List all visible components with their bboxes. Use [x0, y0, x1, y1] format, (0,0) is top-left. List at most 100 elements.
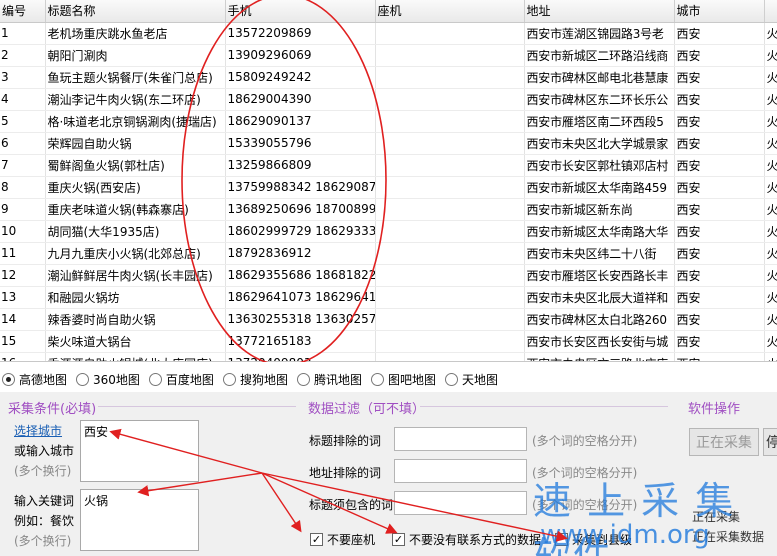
cell-id: 8: [0, 176, 46, 199]
multi-line-hint-keyword: (多个换行): [14, 534, 72, 548]
cell-title: 朝阳门涮肉: [45, 44, 226, 67]
title-exclude-input[interactable]: [394, 427, 527, 451]
cell-landline: [375, 242, 525, 265]
radio-map-4[interactable]: 腾讯地图: [296, 371, 362, 388]
keyword-textarea[interactable]: 火锅: [80, 489, 199, 551]
table-row[interactable]: 1老机场重庆跳水鱼老店13572209869 西安市莲湖区锦园路3号老西安火: [0, 22, 777, 45]
cell-city: 西安: [674, 220, 765, 243]
table-row[interactable]: 14辣香婆时尚自助火锅13630255318 13630257369 西安市碑林区…: [0, 308, 777, 331]
cell-title: 蜀鲜阁鱼火锅(郭杜店): [45, 154, 226, 177]
col-header-title[interactable]: 标题名称: [45, 0, 226, 23]
col-header-extra[interactable]: [764, 0, 777, 23]
radio-map-6[interactable]: 天地图: [444, 371, 498, 388]
table-row[interactable]: 9重庆老味道火锅(韩森寨店)13689250696 18700899700 西安市…: [0, 198, 777, 221]
table-row[interactable]: 5 格·味道老北京铜锅涮肉(捷瑞店) 18629090137 西安市雁塔区南二环西段5…: [0, 110, 777, 133]
cell-landline: [375, 352, 525, 361]
radio-dot: [222, 372, 236, 386]
cell-extra: 火: [764, 264, 777, 287]
table-row[interactable]: 16香源源自助火锅城(北大店同店)13720409803 西安市未央区文三路北庄店…: [0, 352, 777, 361]
cell-city: 西安: [674, 176, 765, 199]
radio-label: 高德地图: [19, 372, 68, 387]
cell-mobile: 15809249242: [225, 66, 376, 89]
radio-map-0[interactable]: 高德地图: [2, 371, 67, 388]
cell-title: 老机场重庆跳水鱼老店: [45, 22, 226, 45]
col-header-address[interactable]: 地址: [524, 0, 675, 23]
collect-group-title: 采集条件(必填): [8, 402, 97, 417]
cell-mobile: 18629641073 18629641076: [225, 286, 376, 309]
cell-city: 西安: [674, 352, 765, 361]
cell-id: 11: [0, 242, 46, 265]
cell-address: 西安市新城区太华南路大华: [524, 220, 675, 243]
radio-map-2[interactable]: 百度地图: [148, 371, 214, 388]
table-row[interactable]: 15柴火味道大锅台13772165183 西安市长安区西长安街与城西安火: [0, 330, 777, 353]
cell-city: 西安: [674, 198, 765, 221]
no-contact-checkbox[interactable]: ✓ 不要没有联系方式的数据: [392, 531, 541, 548]
table-row[interactable]: 2朝阳门涮肉13909296069 西安市新城区二环路沿线商西安火: [0, 44, 777, 67]
stop-button[interactable]: 停: [763, 428, 777, 456]
table-row[interactable]: 3 鱼玩主题火锅餐厅(朱雀门总店) 15809249242 西安市碑林区邮电北巷慧康西…: [0, 66, 777, 89]
multi-line-hint-city: (多个换行): [14, 464, 72, 478]
cell-city: 西安: [674, 242, 765, 265]
cell-mobile: 18602999729 18629333595: [225, 220, 376, 243]
title-include-input[interactable]: [394, 491, 527, 515]
title-exclude-label: 标题排除的词: [309, 434, 382, 448]
table-row[interactable]: 4 潮汕李记牛肉火锅(东二环店) 18629004390 西安市碑林区东二环长乐公 西安…: [0, 88, 777, 111]
cell-id: 3: [0, 66, 46, 89]
select-city-link[interactable]: 选择城市: [14, 422, 62, 439]
cell-mobile: 13630255318 13630257369: [225, 308, 376, 331]
cell-landline: [375, 264, 525, 287]
cell-landline: [375, 44, 525, 67]
table-row[interactable]: 8重庆火锅(西安店)13759988342 18629087290 西安市新城区太…: [0, 176, 777, 199]
cell-extra: 火: [764, 286, 777, 309]
results-table[interactable]: 编号 标题名称 手机 座机 地址 城市 1 老机场重庆跳水鱼老店 135722098…: [0, 0, 777, 362]
cell-extra: 火: [764, 22, 777, 45]
cell-id: 14: [0, 308, 46, 331]
cell-city: 西安: [674, 154, 765, 177]
title-include-label: 标题须包含的词: [309, 498, 394, 512]
col-header-city[interactable]: 城市: [674, 0, 765, 23]
cell-mobile: 18629004390: [225, 88, 376, 111]
radio-label: 天地图: [461, 372, 498, 387]
cell-landline: [375, 330, 525, 353]
cell-title: 九月九重庆小火锅(北郊总店): [45, 242, 226, 265]
cell-id: 16: [0, 352, 46, 361]
cell-address: 西安市莲湖区锦园路3号老: [524, 22, 675, 45]
check-icon: ✓: [310, 533, 323, 546]
title-exclude-hint: (多个词的空格分开): [532, 434, 638, 448]
cell-landline: [375, 110, 525, 133]
cell-id: 2: [0, 44, 46, 67]
radio-label: 360地图: [93, 372, 140, 387]
radio-label: 腾讯地图: [313, 372, 362, 387]
table-row[interactable]: 12潮汕鲜鲜居牛肉火锅(长丰园店)18629355686 18681822189…: [0, 264, 777, 287]
addr-exclude-input[interactable]: [394, 459, 527, 483]
cell-id: 5: [0, 110, 46, 133]
col-header-landline[interactable]: 座机: [375, 0, 525, 23]
radio-map-5[interactable]: 图吧地图: [370, 371, 436, 388]
table-row[interactable]: 6荣辉园自助火锅15339055796 西安市未央区北大学城景家西安火: [0, 132, 777, 155]
col-header-mobile[interactable]: 手机: [225, 0, 376, 23]
radio-map-3[interactable]: 搜狗地图: [222, 371, 288, 388]
table-row[interactable]: 13和融园火锅坊18629641073 18629641076 西安市未央区北辰大…: [0, 286, 777, 309]
city-textarea[interactable]: 西安: [80, 420, 199, 482]
col-header-id[interactable]: 编号: [0, 0, 46, 23]
cell-mobile: 18792836912: [225, 242, 376, 265]
cell-extra: 火: [764, 242, 777, 265]
cell-title: 格·味道老北京铜锅涮肉(捷瑞店): [45, 110, 226, 133]
cell-city: 西安: [674, 330, 765, 353]
cell-mobile: 13572209869: [225, 22, 376, 45]
radio-dot: [148, 372, 162, 386]
collecting-button[interactable]: 正在采集: [689, 428, 759, 456]
radio-dot: [370, 372, 384, 386]
cell-mobile: 13720409803: [225, 352, 376, 361]
filter-group-title: 数据过滤（可不填）: [308, 402, 426, 417]
cell-address: 西安市未央区北辰大道祥和: [524, 286, 675, 309]
radio-dot: [296, 372, 310, 386]
cell-address: 西安市雁塔区长安西路长丰: [524, 264, 675, 287]
table-row[interactable]: 11 九月九重庆小火锅(北郊总店) 18792836912 西安市未央区纬二十八街 西安…: [0, 242, 777, 265]
radio-map-1[interactable]: 360地图: [76, 371, 140, 388]
cell-city: 西安: [674, 132, 765, 155]
table-row[interactable]: 7蜀鲜阁鱼火锅(郭杜店)13259866809 西安市长安区郭杜镇邓店村西安火: [0, 154, 777, 177]
cell-landline: [375, 22, 525, 45]
no-landline-checkbox[interactable]: ✓ 不要座机: [310, 531, 375, 548]
table-row[interactable]: 10胡同猫(大华1935店)18602999729 18629333595 西安市…: [0, 220, 777, 243]
